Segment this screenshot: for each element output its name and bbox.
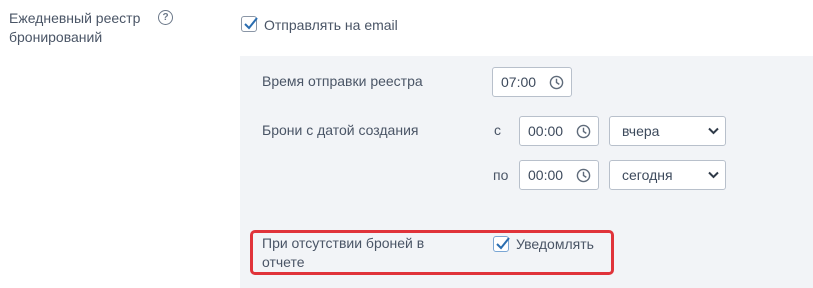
from-day-value: вчера: [622, 123, 660, 139]
no-bookings-label: При отсутствии броней в отчете: [262, 235, 425, 270]
send-email-label[interactable]: Отправлять на email: [264, 16, 398, 35]
question-circle-icon[interactable]: ?: [158, 10, 173, 25]
send-time-input[interactable]: 07:00: [492, 67, 572, 97]
clock-icon: [549, 75, 564, 90]
created-date-label: Брони с датой создания: [262, 122, 419, 138]
send-time-label: Время отправки реестра: [262, 73, 423, 89]
to-time-value: 00:00: [528, 167, 564, 183]
from-day-select[interactable]: вчера: [609, 116, 726, 146]
chevron-down-icon: [708, 127, 719, 135]
send-email-checkbox[interactable]: [241, 16, 258, 32]
notify-label[interactable]: Уведомлять: [516, 235, 594, 254]
chevron-down-icon: [708, 171, 719, 179]
to-label: по: [493, 167, 509, 183]
check-icon: [496, 237, 510, 250]
to-day-select[interactable]: сегодня: [609, 160, 726, 190]
clock-icon: [576, 168, 591, 183]
to-time-input[interactable]: 00:00: [519, 160, 599, 190]
clock-icon: [576, 124, 591, 139]
to-day-value: сегодня: [622, 167, 673, 183]
notify-checkbox[interactable]: [493, 236, 510, 252]
from-label: с: [494, 122, 501, 138]
check-icon: [244, 17, 258, 30]
from-time-input[interactable]: 00:00: [519, 116, 599, 146]
from-time-value: 00:00: [528, 123, 564, 139]
send-time-value: 07:00: [501, 74, 537, 90]
daily-register-label: Ежедневный реестр бронирований: [9, 10, 141, 45]
